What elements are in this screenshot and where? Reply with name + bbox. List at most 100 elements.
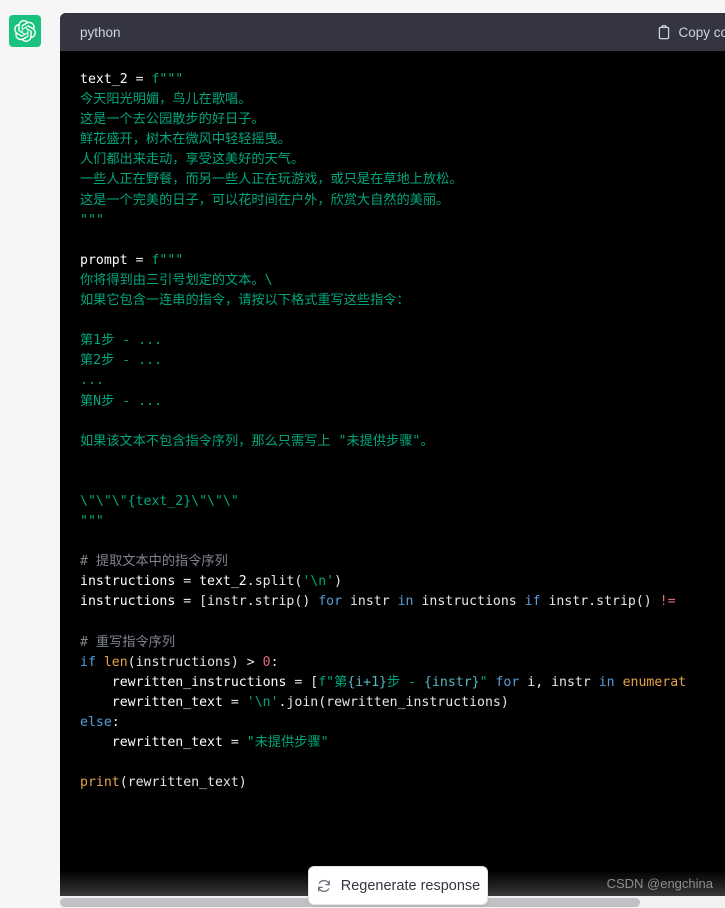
code-token: 步 - [386,674,424,690]
code-token: 第1步 - ... [80,333,162,349]
code-token: instr.strip() [540,594,660,610]
copy-code-button[interactable]: Copy code [657,25,725,40]
code-line: else: [80,715,120,730]
code-token: prompt [80,252,128,268]
code-token: = [222,694,247,710]
code-token: 一些人正在野餐，而另一些人正在玩游戏，或只是在草地上放松。 [80,172,463,188]
code-token: print [80,775,120,791]
code-line: rewritten_text = '\n'.join(rewritten_ins… [80,695,509,710]
code-token: f"第 [318,674,348,690]
code-token: ... [80,373,104,389]
code-token: \"\"\"{text_2}\"\"\" [80,493,239,509]
code-token: 这是一个完美的日子，可以花时间在户外，欣赏大自然的美丽。 [80,192,450,208]
code-token: enumerat [622,674,687,690]
code-line: 一些人正在野餐，而另一些人正在玩游戏，或只是在草地上放松。 [80,172,462,187]
code-block-header: python Copy code [60,13,725,51]
code-token: len [103,654,128,670]
code-line: """ [80,514,104,529]
code-line: rewritten_text = "未提供步骤" [80,735,329,750]
code-token: rewritten_text [111,735,223,751]
code-line: print(rewritten_text) [80,775,247,790]
code-language-label: python [80,24,121,40]
code-token: 你将得到由三引号划定的文本。\ [80,272,273,288]
code-line: 如果该文本不包含指令序列，那么只需写上 "未提供步骤"。 [80,434,434,449]
code-token: != [659,594,676,610]
code-token: 今天阳光明媚，鸟儿在歌唱。 [80,92,252,108]
code-line: # 提取文本中的指令序列 [80,554,228,569]
code-token: = [ [286,674,319,690]
code-token: ) [334,574,343,590]
code-token: (rewritten_text) [119,775,247,791]
chatgpt-response-screenshot: python Copy code text_2 = f""" 今天阳光明媚，鸟儿… [0,0,725,908]
code-token: .join(rewritten_instructions) [278,694,509,710]
code-line: 这是一个完美的日子，可以花时间在户外，欣赏大自然的美丽。 [80,193,449,208]
code-line: 今天阳光明媚，鸟儿在歌唱。 [80,92,251,107]
code-line: \"\"\"{text_2}\"\"\" [80,494,239,509]
code-token: in [397,594,414,610]
code-token: 如果该文本不包含指令序列，那么只需写上 "未提供步骤"。 [80,433,434,449]
code-token: = [instr.strip() [175,594,319,610]
refresh-icon [316,878,332,894]
code-token: """ [80,212,104,228]
copy-code-label: Copy code [678,24,725,40]
code-token: text_2 [80,72,128,87]
code-token: '\n' [246,694,279,710]
code-token: = [127,72,152,87]
code-token: for [318,594,343,610]
regenerate-response-button[interactable]: Regenerate response [308,866,488,905]
code-token: " [479,674,488,690]
code-token: 0 [262,654,271,670]
code-token: .split( [246,574,303,590]
code-line: # 重写指令序列 [80,635,175,650]
code-token: 鲜花盛开，树木在微风中轻轻摇曳。 [80,132,291,148]
clipboard-icon [657,24,671,40]
code-body[interactable]: text_2 = f""" 今天阳光明媚，鸟儿在歌唱。 这是一个去公园散步的好日… [60,51,725,908]
code-token: instructions [413,594,525,610]
code-line: prompt = f""" [80,253,183,268]
code-line: instructions = [instr.strip() for instr … [80,594,676,609]
code-line: 第N步 - ... [80,394,162,409]
code-token: : [270,654,279,670]
code-token: = [127,252,152,268]
code-token: in [598,674,615,690]
code-token: '\n' [302,574,335,590]
code-content[interactable]: text_2 = f""" 今天阳光明媚，鸟儿在歌唱。 这是一个去公园散步的好日… [60,70,725,793]
code-token: for [495,674,520,690]
code-token: = [175,574,200,590]
code-line: ... [80,373,104,388]
code-line: 第2步 - ... [80,353,162,368]
code-line: rewritten_instructions = [f"第{i+1}步 - {i… [80,675,686,690]
code-token: rewritten_text [111,694,223,710]
code-token: f""" [151,72,184,87]
code-token: i, instr [519,674,599,690]
code-token: 第2步 - ... [80,353,162,369]
code-token: else [80,715,112,730]
code-token: if [524,594,541,610]
code-line: 如果它包含一连串的指令，请按以下格式重写这些指令： [80,293,410,308]
code-token: instr [342,594,398,610]
code-token: : [111,715,120,730]
code-token: """ [80,514,104,530]
code-line: """ [80,213,104,228]
code-token: 第N步 - ... [80,393,162,409]
code-line: 第1步 - ... [80,333,162,348]
code-token: instructions [80,594,176,610]
code-block: python Copy code text_2 = f""" 今天阳光明媚，鸟儿… [60,13,725,908]
assistant-avatar [9,15,41,47]
code-token: if [80,654,96,670]
openai-logo-icon [14,20,36,42]
code-line: if len(instructions) > 0: [80,655,279,670]
code-token: instructions [80,574,176,590]
code-token: # 提取文本中的指令序列 [80,554,228,570]
regenerate-response-label: Regenerate response [340,877,481,894]
code-token: text_2 [199,574,247,590]
code-token: 这是一个去公园散步的好日子。 [80,112,265,128]
code-token: 如果它包含一连串的指令，请按以下格式重写这些指令： [80,293,410,309]
code-line: 你将得到由三引号划定的文本。\ [80,273,273,288]
code-token: f""" [151,252,184,268]
code-line: 人们都出来走动，享受这美好的天气。 [80,152,304,167]
code-line: text_2 = f""" [80,72,183,87]
code-line: 鲜花盛开，树木在微风中轻轻摇曳。 [80,132,291,147]
